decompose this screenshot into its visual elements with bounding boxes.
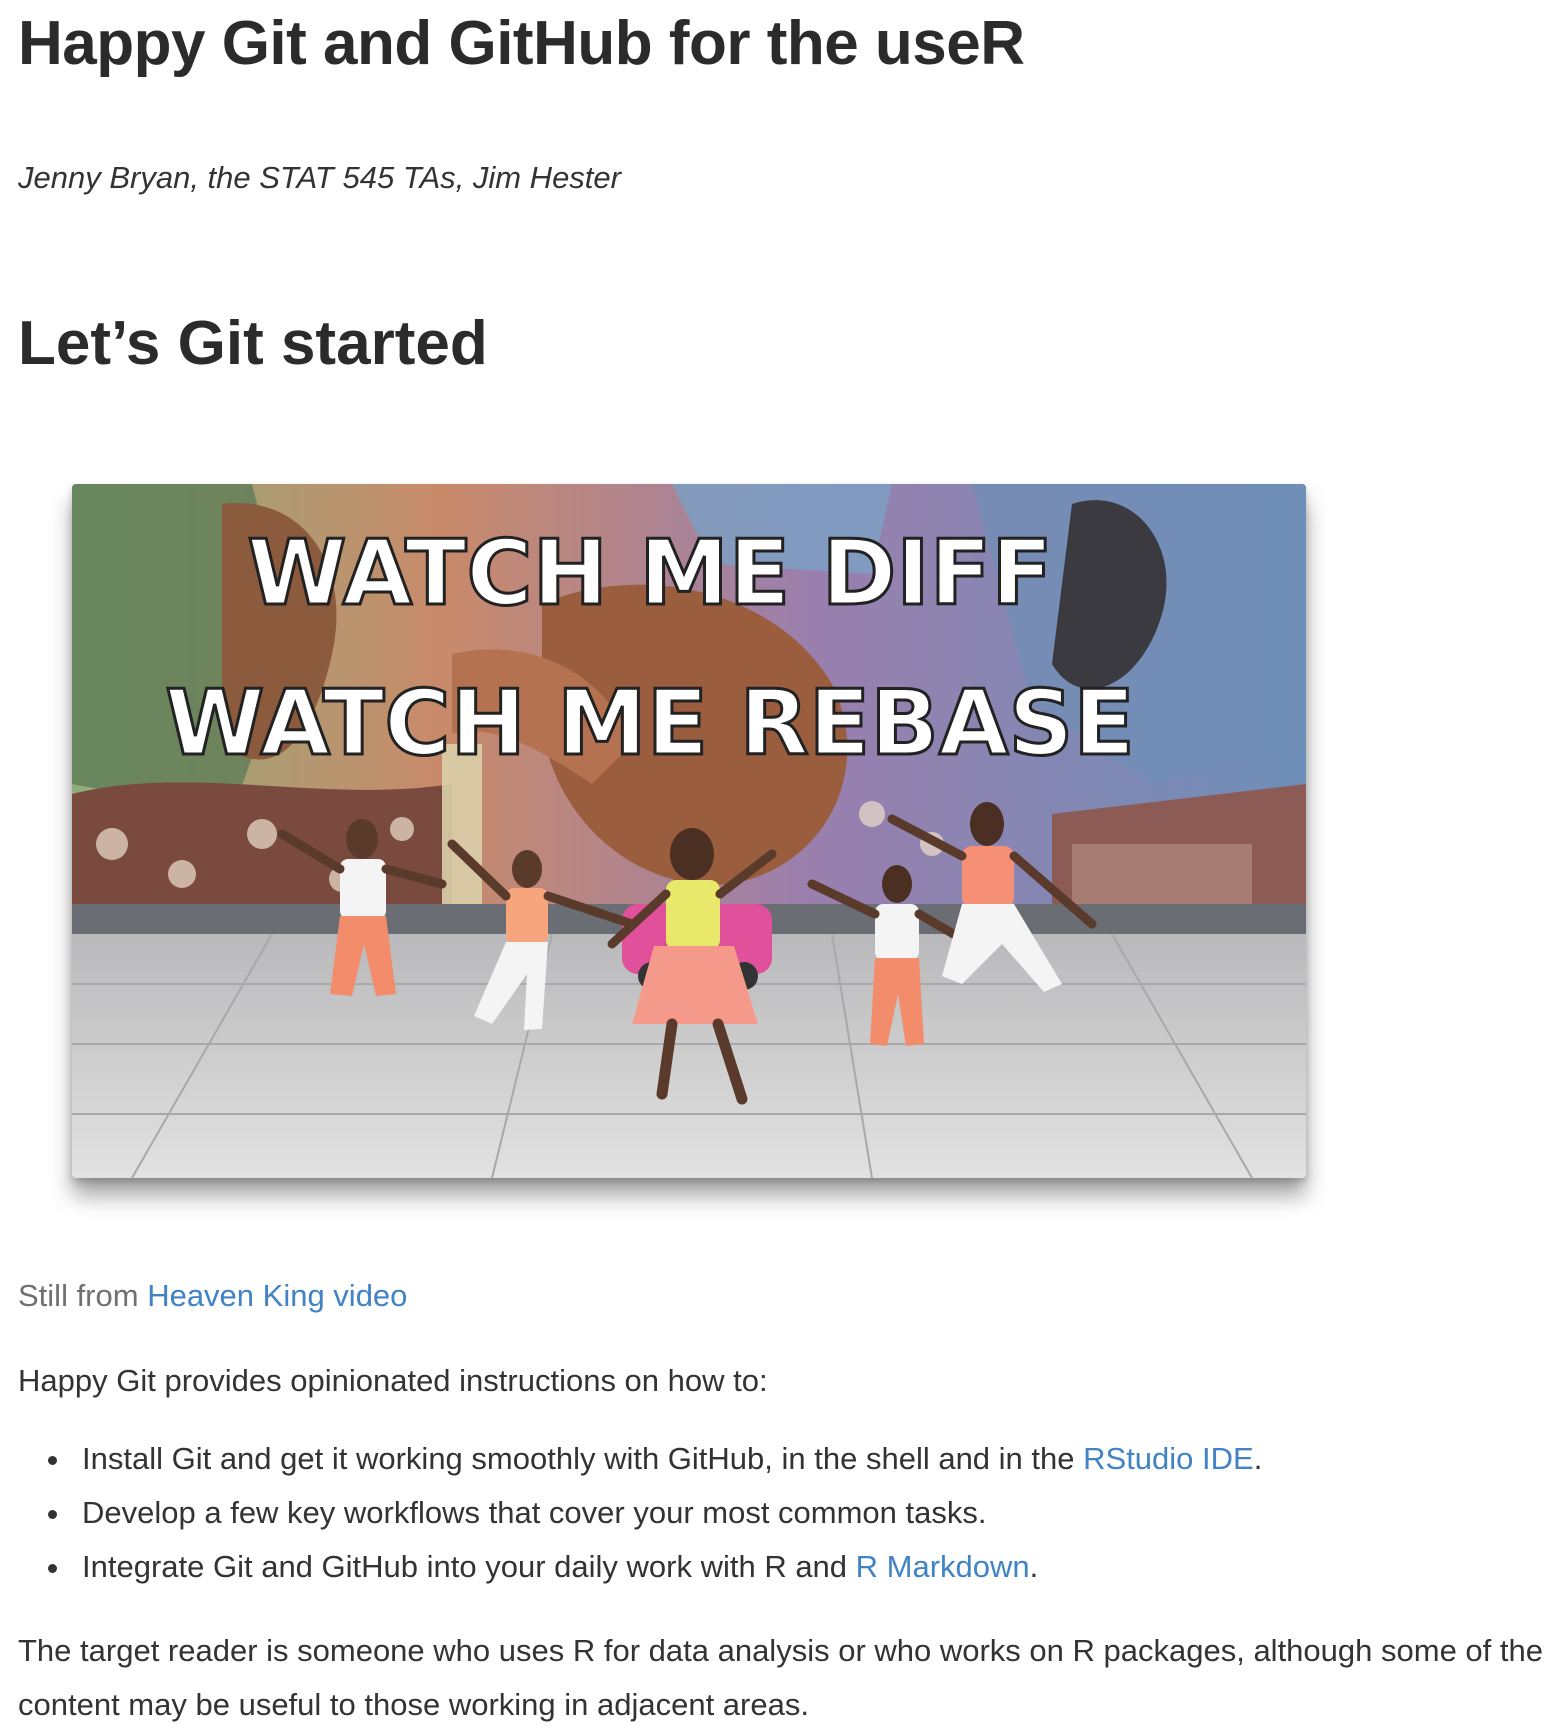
page: Happy Git and GitHub for the useR Jenny … xyxy=(0,0,1566,1722)
list-item-suffix: . xyxy=(1029,1549,1039,1584)
list-item-text: Develop a few key workflows that cover y… xyxy=(82,1495,987,1530)
list-item-text: Integrate Git and GitHub into your daily… xyxy=(82,1549,856,1584)
list-item-text: Install Git and get it working smoothly … xyxy=(82,1441,1084,1476)
heaven-king-video-link[interactable]: Heaven King video xyxy=(147,1278,407,1313)
book-title: Happy Git and GitHub for the useR xyxy=(18,9,1025,78)
target-reader-paragraph: The target reader is someone who uses R … xyxy=(18,1633,1543,1722)
list-item: Develop a few key workflows that cover y… xyxy=(18,1486,1262,1540)
rstudio-ide-link[interactable]: RStudio IDE xyxy=(1083,1441,1254,1476)
bullet-icon xyxy=(48,1456,57,1465)
caption-prefix: Still from xyxy=(18,1278,148,1313)
intro-paragraph: Happy Git provides opinionated instructi… xyxy=(18,1363,768,1398)
r-markdown-link[interactable]: R Markdown xyxy=(856,1549,1030,1584)
list-item: Install Git and get it working smoothly … xyxy=(18,1432,1262,1486)
bullet-icon xyxy=(48,1510,57,1519)
book-authors: Jenny Bryan, the STAT 545 TAs, Jim Heste… xyxy=(18,160,621,195)
overlay-text-line1: WATCH ME DIFF xyxy=(247,521,1053,626)
list-item: Integrate Git and GitHub into your daily… xyxy=(18,1540,1262,1594)
bullet-icon xyxy=(48,1564,57,1573)
list-item-suffix: . xyxy=(1253,1441,1263,1476)
section-heading: Let’s Git started xyxy=(18,309,488,378)
figure-caption: Still from Heaven King video xyxy=(18,1278,407,1314)
overlay-text-line2: WATCH ME REBASE xyxy=(165,671,1135,776)
goals-list: Install Git and get it working smoothly … xyxy=(18,1432,1262,1594)
video-still-image: WATCH ME DIFF WATCH ME REBASE xyxy=(72,484,1306,1178)
